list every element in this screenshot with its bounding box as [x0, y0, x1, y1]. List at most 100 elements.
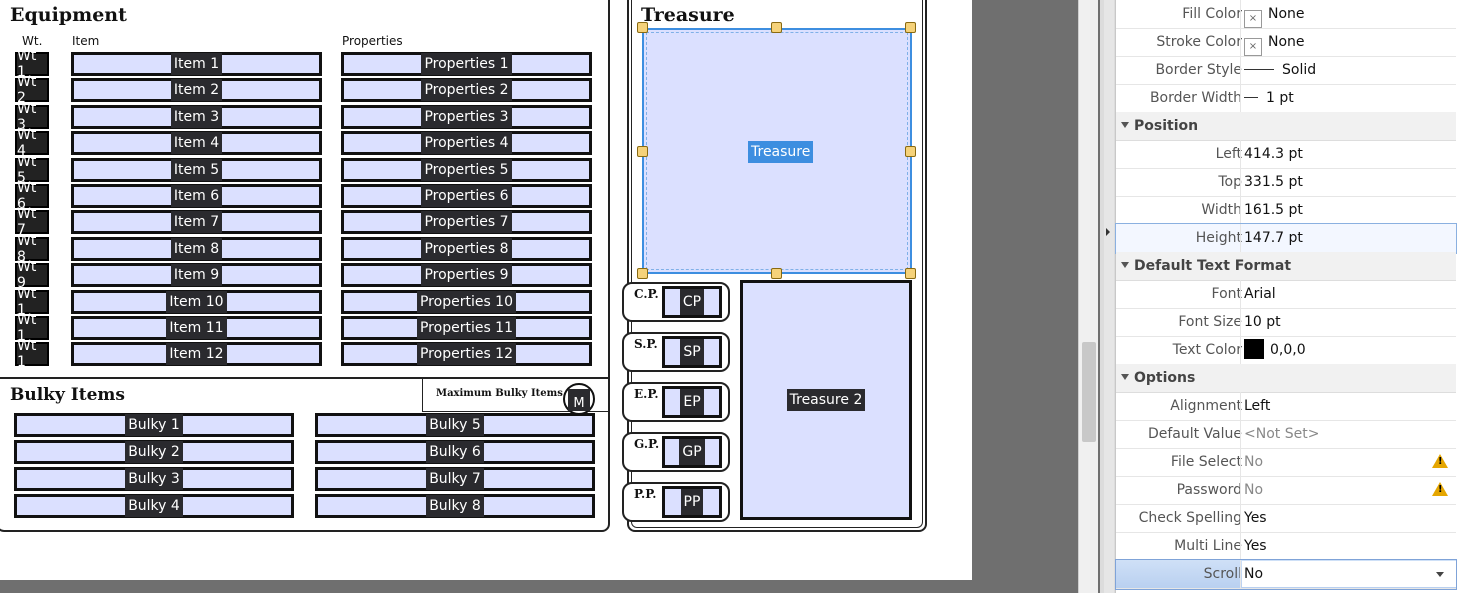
collapse-triangle-icon[interactable]	[1121, 374, 1129, 380]
properties-field[interactable]: Properties 4	[341, 131, 592, 156]
treasure-2-field[interactable]: Treasure 2	[740, 280, 912, 520]
resize-handle-bottom-right[interactable]	[905, 268, 916, 279]
property-value[interactable]: 161.5 pt	[1244, 196, 1303, 224]
item-field[interactable]: Item 1	[71, 52, 322, 76]
item-field[interactable]: Item 3	[71, 104, 322, 129]
property-value[interactable]: No	[1244, 448, 1263, 476]
properties-field[interactable]: Properties 2	[341, 78, 592, 103]
properties-field[interactable]: Properties 12	[341, 342, 592, 367]
property-value[interactable]: × None	[1244, 28, 1305, 56]
property-value[interactable]: 147.7 pt	[1244, 224, 1303, 252]
bulky-field[interactable]: Bulky 8	[315, 494, 595, 518]
prop-height[interactable]: Height 147.7 pt	[1115, 223, 1457, 254]
section-default-text-format[interactable]: Default Text Format	[1116, 252, 1456, 281]
property-value[interactable]: 414.3 pt	[1244, 140, 1303, 168]
coin-field[interactable]: PP	[662, 486, 722, 518]
properties-field[interactable]: Properties 8	[341, 236, 592, 261]
item-field[interactable]: Item 9	[71, 263, 322, 288]
resize-handle-top-right[interactable]	[905, 22, 916, 33]
section-position[interactable]: Position	[1116, 112, 1456, 141]
bulky-field[interactable]: Bulky 3	[14, 467, 294, 491]
coin-field[interactable]: EP	[662, 386, 722, 418]
scrollbar-thumb[interactable]	[1082, 342, 1096, 442]
property-value[interactable]: 1 pt	[1244, 84, 1294, 112]
prop-scroll[interactable]: Scroll No	[1115, 559, 1457, 590]
weight-field[interactable]: Wt 4	[15, 127, 49, 159]
bulky-field[interactable]: Bulky 7	[315, 467, 595, 491]
prop-file-select[interactable]: File Select No	[1116, 448, 1456, 477]
property-value[interactable]: Solid	[1244, 56, 1316, 84]
properties-field[interactable]: Properties 7	[341, 210, 592, 235]
properties-field[interactable]: Properties 3	[341, 104, 592, 129]
property-value[interactable]: No	[1242, 561, 1456, 587]
section-options[interactable]: Options	[1116, 364, 1456, 393]
property-value[interactable]: Yes	[1244, 532, 1267, 560]
bulky-field[interactable]: Bulky 4	[14, 494, 294, 518]
bulky-field[interactable]: Bulky 5	[315, 413, 595, 437]
weight-field[interactable]: Wt 1	[15, 338, 49, 370]
properties-field[interactable]: Properties 10	[341, 289, 592, 314]
resize-handle-top[interactable]	[771, 22, 782, 33]
prop-top[interactable]: Top 331.5 pt	[1116, 168, 1456, 197]
prop-left[interactable]: Left 414.3 pt	[1116, 140, 1456, 169]
resize-handle-right[interactable]	[905, 146, 916, 157]
prop-fill-color[interactable]: Fill Color × None	[1116, 0, 1456, 29]
property-value[interactable]: 331.5 pt	[1244, 168, 1303, 196]
document-vertical-scrollbar[interactable]	[1078, 0, 1098, 593]
property-value[interactable]: × None	[1244, 0, 1305, 28]
item-field[interactable]: Item 12	[71, 342, 322, 367]
prop-width[interactable]: Width 161.5 pt	[1116, 196, 1456, 225]
item-field[interactable]: Item 7	[71, 210, 322, 235]
properties-field[interactable]: Properties 5	[341, 157, 592, 182]
bulky-field[interactable]: Bulky 2	[14, 440, 294, 464]
property-value[interactable]: Arial	[1244, 280, 1276, 308]
properties-field[interactable]: Properties 1	[341, 52, 592, 76]
weight-field[interactable]: Wt 6	[15, 180, 49, 212]
prop-check-spelling[interactable]: Check Spelling Yes	[1116, 504, 1456, 533]
property-value[interactable]: <Not Set>	[1244, 420, 1319, 448]
property-value[interactable]: Left	[1244, 392, 1270, 420]
collapse-triangle-icon[interactable]	[1121, 122, 1129, 128]
coin-field[interactable]: GP	[662, 436, 722, 468]
prop-default-value[interactable]: Default Value <Not Set>	[1116, 420, 1456, 449]
weight-field[interactable]: Wt 3	[15, 101, 49, 133]
item-field[interactable]: Item 6	[71, 184, 322, 208]
item-field[interactable]: Item 5	[71, 157, 322, 182]
prop-multi-line[interactable]: Multi Line Yes	[1116, 532, 1456, 561]
weight-field[interactable]: Wt 1	[15, 286, 49, 318]
weight-field[interactable]: Wt 7	[15, 206, 49, 238]
stroke-color-swatch[interactable]: ×	[1244, 38, 1262, 56]
property-value[interactable]: 10 pt	[1244, 308, 1281, 336]
resize-handle-bottom[interactable]	[771, 268, 782, 279]
properties-field[interactable]: Properties 11	[341, 316, 592, 340]
max-bulky-field[interactable]: M	[568, 389, 590, 411]
weight-field[interactable]: Wt 1	[15, 48, 49, 80]
properties-field[interactable]: Properties 6	[341, 184, 592, 208]
item-field[interactable]: Item 4	[71, 131, 322, 156]
prop-border-width[interactable]: Border Width 1 pt	[1116, 84, 1456, 113]
coin-field[interactable]: CP	[662, 286, 722, 318]
item-field[interactable]: Item 2	[71, 78, 322, 103]
document-canvas[interactable]: Equipment Wt. Item Properties Wt 1 Item 1…	[0, 0, 1100, 593]
collapse-triangle-icon[interactable]	[1121, 262, 1129, 268]
weight-field[interactable]: Wt 5	[15, 154, 49, 186]
property-value[interactable]: No	[1244, 476, 1263, 504]
bulky-field[interactable]: Bulky 1	[14, 413, 294, 437]
prop-stroke-color[interactable]: Stroke Color × None	[1116, 28, 1456, 57]
chevron-down-icon[interactable]	[1436, 572, 1444, 577]
fill-color-swatch[interactable]: ×	[1244, 10, 1262, 28]
item-field[interactable]: Item 8	[71, 236, 322, 261]
side-splitter[interactable]	[1104, 0, 1114, 593]
prop-password[interactable]: Password No	[1116, 476, 1456, 505]
prop-font[interactable]: Font Arial	[1116, 280, 1456, 309]
item-field[interactable]: Item 10	[71, 289, 322, 314]
prop-font-size[interactable]: Font Size 10 pt	[1116, 308, 1456, 337]
weight-field[interactable]: Wt 9	[15, 259, 49, 291]
weight-field[interactable]: Wt 1	[15, 312, 49, 344]
bulky-field[interactable]: Bulky 6	[315, 440, 595, 464]
item-field[interactable]: Item 11	[71, 316, 322, 340]
text-color-swatch[interactable]	[1244, 339, 1264, 359]
weight-field[interactable]: Wt 8	[15, 233, 49, 265]
properties-field[interactable]: Properties 9	[341, 263, 592, 288]
prop-text-color[interactable]: Text Color 0,0,0	[1116, 336, 1456, 365]
